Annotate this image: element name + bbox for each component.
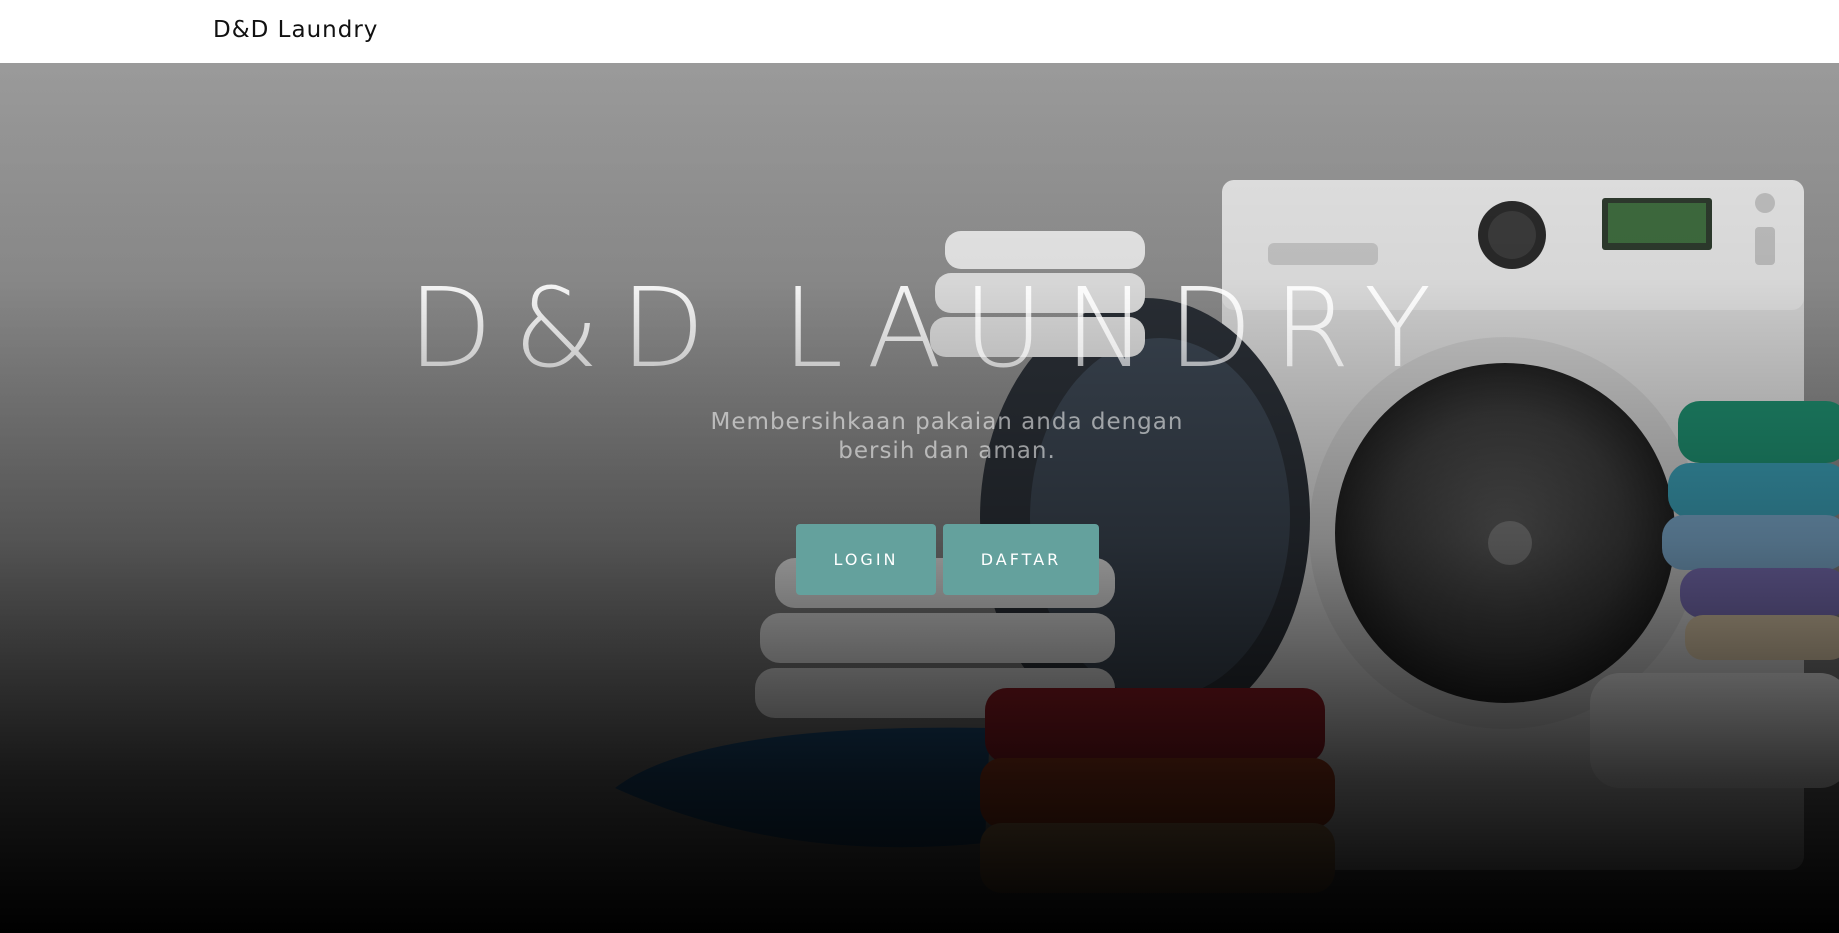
- daftar-button[interactable]: DAFTAR: [943, 524, 1099, 595]
- login-button[interactable]: LOGIN: [796, 524, 936, 595]
- hero-title: D&D LAUNDRY: [0, 273, 1839, 383]
- navbar: D&D Laundry: [0, 0, 1839, 63]
- hero-overlay: [0, 63, 1839, 933]
- hero-subtitle: Membersihkaan pakaian anda dengan bersih…: [710, 409, 1184, 464]
- brand-link[interactable]: D&D Laundry: [213, 17, 378, 43]
- hero-section: D&D LAUNDRY Membersihkaan pakaian anda d…: [0, 63, 1839, 933]
